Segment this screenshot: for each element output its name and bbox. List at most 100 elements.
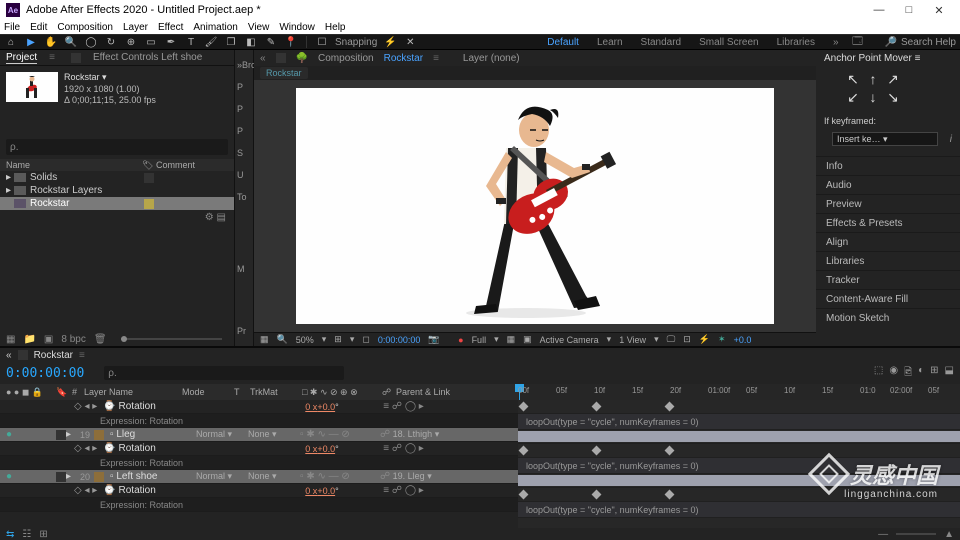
col-parent[interactable]: Parent & Link [396,387,450,397]
maximize-button[interactable]: □ [894,4,924,16]
anchor-nw[interactable]: ↖ [844,72,862,88]
menu-help[interactable]: Help [325,22,346,33]
viewport[interactable] [254,80,816,332]
rotate-tool-icon[interactable]: ↻ [104,35,118,49]
panel-caf[interactable]: Content-Aware Fill [816,289,960,308]
orbit-tool-icon[interactable]: ◯ [84,35,98,49]
expression-label[interactable]: Expression: Rotation [0,498,518,512]
snapping-checkbox[interactable]: ☐ [315,35,329,49]
current-time[interactable]: 0:00:00:00 [6,366,84,381]
alpha-icon[interactable]: ▦ [260,334,269,345]
anchor-s[interactable]: ↓ [864,90,882,106]
guides-icon[interactable]: ▣ [523,334,532,345]
puppet-tool-icon[interactable]: 📍 [284,35,298,49]
panel-audio[interactable]: Audio [816,175,960,194]
bell-icon[interactable]: 🗔 [851,35,865,49]
menu-composition[interactable]: Composition [57,22,113,33]
search-box[interactable]: 🔎 Search Help [885,37,956,48]
menu-animation[interactable]: Animation [193,22,237,33]
eye-icon[interactable]: ● [4,429,14,440]
tl-ico-1[interactable]: ⬚ [874,365,883,382]
eraser-tool-icon[interactable]: ◧ [244,35,258,49]
roto-tool-icon[interactable]: ✎ [264,35,278,49]
tl-ico-6[interactable]: ⬓ [945,365,954,382]
grid-icon[interactable]: ▦ [507,334,516,345]
anchor-panel-title[interactable]: Anchor Point Mover ≡ [816,50,960,66]
canvas[interactable] [296,88,774,324]
tab-effect-controls[interactable]: Effect Controls Left shoe [93,52,202,63]
view-opt-icon[interactable]: 🖵 [667,334,676,345]
magnify-icon[interactable]: 🔍 [277,334,288,345]
minimize-button[interactable]: — [864,4,894,16]
brush-tool-icon[interactable]: 🖌 [204,35,218,49]
camera-label[interactable]: Active Camera [540,335,599,345]
close-button[interactable]: ✕ [924,4,954,17]
workspace-learn[interactable]: Learn [597,37,623,48]
workspace-standard[interactable]: Standard [641,37,682,48]
panel-preview[interactable]: Preview [816,194,960,213]
menu-view[interactable]: View [248,22,270,33]
expression-label[interactable]: Expression: Rotation [0,456,518,470]
panel-info[interactable]: Info [816,156,960,175]
timeline-tab[interactable]: Rockstar [34,350,73,361]
snapshot-icon[interactable]: 📷 [428,334,439,345]
bpc-label[interactable]: 8 bpc [61,334,85,345]
tl-zoom-slider[interactable] [896,533,936,535]
home-icon[interactable]: ⌂ [4,35,18,49]
anchor-se[interactable]: ↘ [884,90,902,106]
zoom-in-icon[interactable]: ▲ [944,529,954,540]
layer-left-shoe[interactable]: ● ▸ 20 ▫ Left shoe Normal ▾ None ▾ ▫ ✱ ∿… [0,470,518,484]
panel-tracker[interactable]: Tracker [816,270,960,289]
panel-libraries[interactable]: Libraries [816,251,960,270]
workspace-libraries[interactable]: Libraries [777,37,815,48]
menu-layer[interactable]: Layer [123,22,148,33]
panel-motion-sketch[interactable]: Motion Sketch [816,308,960,327]
tab-project[interactable]: Project [6,52,37,64]
eye-icon[interactable]: ● [4,471,14,482]
roi-icon[interactable]: ◻ [362,334,369,345]
selection-tool-icon[interactable]: ▶ [24,35,38,49]
project-zoom-slider[interactable] [121,338,222,340]
expo-icon[interactable]: ✶ [718,334,726,345]
expression-label[interactable]: Expression: Rotation [0,414,518,428]
toggle-pane-icon[interactable]: ⊞ [39,529,47,540]
clone-tool-icon[interactable]: ❐ [224,35,238,49]
tl-ico-3[interactable]: 🖻 [904,365,912,382]
anchor-ne[interactable]: ↗ [884,72,902,88]
comp-tab-active[interactable]: Rockstar [384,53,423,64]
panel-align[interactable]: Align [816,232,960,251]
zoom-out-icon[interactable]: — [878,529,888,540]
new-folder-icon[interactable]: 📁 [23,334,35,345]
snap-opt-icon[interactable]: ⚡ [383,35,397,49]
workspace-small[interactable]: Small Screen [699,37,758,48]
col-layer[interactable]: Layer Name [84,387,182,397]
info-icon[interactable]: i [950,134,952,145]
shape-tool-icon[interactable]: ▭ [144,35,158,49]
menu-effect[interactable]: Effect [158,22,183,33]
menu-file[interactable]: File [4,22,20,33]
menu-edit[interactable]: Edit [30,22,47,33]
time-ruler[interactable]: 00f 05f 10f 15f 20f 01:00f 05f 10f 15f 0… [518,384,960,400]
views-label[interactable]: 1 View [619,335,646,345]
workspace-more-icon[interactable]: » [833,37,839,48]
timecode[interactable]: 0:00:00:00 [378,335,421,345]
shy-icon[interactable]: « [6,350,12,361]
zoom-value[interactable]: 50% [296,335,314,345]
collapsed-panels[interactable]: »BroPPPSUToMPr [234,50,254,346]
shy-icon[interactable]: « [260,53,266,64]
menu-window[interactable]: Window [279,22,315,33]
panel-effects[interactable]: Effects & Presets [816,213,960,232]
trash-icon[interactable]: 🗑 [94,334,107,345]
project-search[interactable]: ρ. [6,139,228,155]
project-item-rockstar-layers[interactable]: ▸Rockstar Layers [0,184,234,197]
flowchart-icon[interactable]: 🌳 [296,53,308,64]
project-item-solids[interactable]: ▸Solids [0,171,234,184]
project-item-rockstar[interactable]: Rockstar [0,197,234,210]
comp-thumbnail[interactable] [6,72,58,102]
prop-rotation[interactable]: ◇ ◂ ▸ ⌚ Rotation 0 x+0.0° ≡ ☍ ◯ ▸ [0,400,518,414]
col-name[interactable]: Name [6,160,142,170]
col-comment[interactable]: Comment [156,160,195,170]
prop-rotation[interactable]: ◇ ◂ ▸ ⌚ Rotation 0 x+0.0° ≡ ☍ ◯ ▸ [0,442,518,456]
col-mode[interactable]: Mode [182,387,234,397]
pen-tool-icon[interactable]: ✒ [164,35,178,49]
